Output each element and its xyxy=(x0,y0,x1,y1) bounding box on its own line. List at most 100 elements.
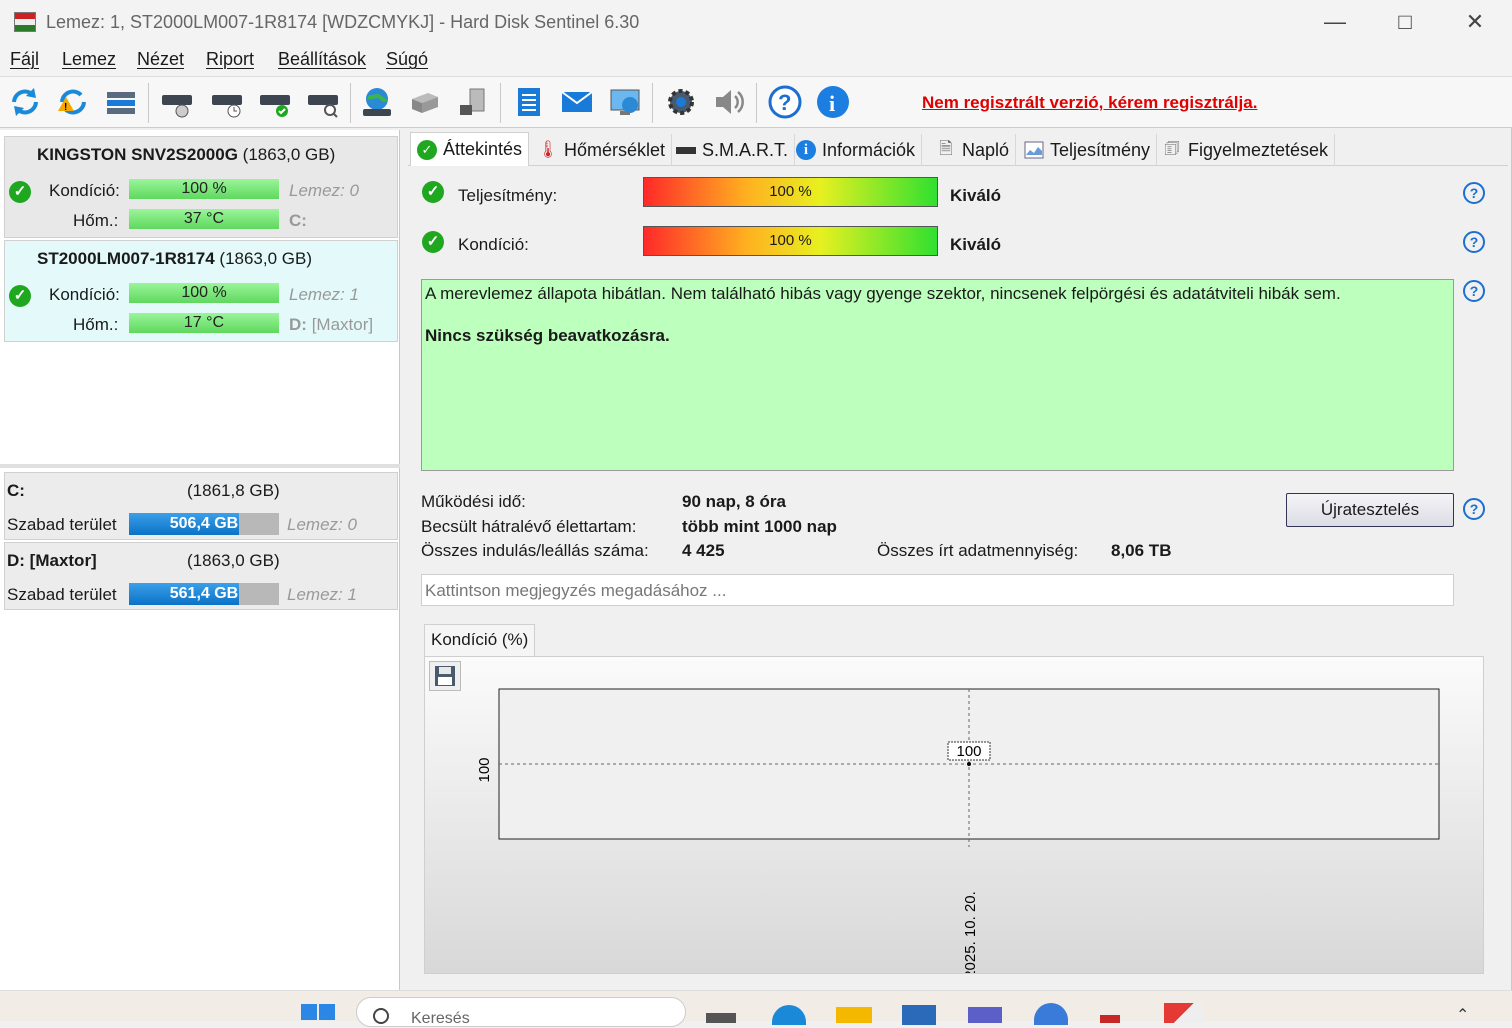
volume-card-0[interactable]: C: (1861,8 GB) Szabad terület 506,4 GB L… xyxy=(4,472,398,540)
chart-plot: 100 2025. 10. 20. 100 xyxy=(476,688,1440,973)
tab-temperature[interactable]: 🌡 Hőmérséklet xyxy=(532,134,673,166)
x-tick-label: 2025. 10. 20. xyxy=(962,891,979,973)
condition-label: Kondíció: xyxy=(49,285,120,304)
minimize-button[interactable]: — xyxy=(1300,0,1370,44)
performance-label: Teljesítmény: xyxy=(458,186,558,205)
tab-smart[interactable]: S.M.A.R.T. xyxy=(670,134,796,166)
email-icon[interactable] xyxy=(558,83,596,121)
condition-rating: Kiváló xyxy=(950,235,1002,254)
ok-check-icon: ✓ xyxy=(9,181,31,203)
note-input[interactable]: Kattintson megjegyzés megadásához ... xyxy=(421,574,1454,606)
performance-meter: 100 % xyxy=(643,177,938,207)
condition-bar: 100 % xyxy=(129,283,279,303)
disk-list-icon[interactable] xyxy=(102,83,140,121)
hd-sentinel-taskbar-icon[interactable] xyxy=(1164,1003,1204,1023)
tab-overview[interactable]: ✓ Áttekintés xyxy=(410,132,530,166)
disk-card-1[interactable]: ST2000LM007-1R8174 (1863,0 GB) ✓ Kondíci… xyxy=(4,240,398,342)
app-icon-qb[interactable] xyxy=(1034,1003,1068,1025)
menu-settings[interactable]: Beállítások xyxy=(278,49,366,70)
disk-check-icon[interactable] xyxy=(256,83,294,121)
web-report-icon[interactable] xyxy=(606,83,644,121)
disk-name: KINGSTON SNV2S2000G xyxy=(37,145,238,164)
app-window: Lemez: 1, ST2000LM007-1R8174 [WDZCMYKJ] … xyxy=(0,0,1512,990)
y-tick-label: 100 xyxy=(476,757,493,782)
panel-divider[interactable] xyxy=(0,464,400,468)
tab-label: Áttekintés xyxy=(443,139,523,159)
windows-icon xyxy=(301,1004,335,1020)
status-text: A merevlemez állapota hibátlan. Nem talá… xyxy=(425,284,1341,303)
written-value: 8,06 TB xyxy=(1111,541,1172,560)
disk-card-0[interactable]: KINGSTON SNV2S2000G (1863,0 GB) ✓ Kondíc… xyxy=(4,136,398,238)
volume-name: D: [Maxtor] xyxy=(7,551,97,570)
chart-icon xyxy=(1024,140,1044,160)
tab-alerts[interactable]: 🗊 Figyelmeztetések xyxy=(1156,134,1336,166)
temp-bar: 37 °C xyxy=(129,209,279,229)
svg-text:?: ? xyxy=(778,90,791,115)
tab-performance[interactable]: Teljesítmény xyxy=(1018,134,1158,166)
gear-icon[interactable] xyxy=(662,83,700,121)
app-icon-red[interactable] xyxy=(1100,1015,1120,1023)
network-disk-icon[interactable] xyxy=(358,83,396,121)
disk-external-icon[interactable] xyxy=(454,83,492,121)
tab-label: Napló xyxy=(962,139,1010,160)
help-icon[interactable]: ? xyxy=(766,83,804,121)
disk-size: (1863,0 GB) xyxy=(219,249,313,268)
ok-check-icon: ✓ xyxy=(422,231,444,253)
maximize-button[interactable]: □ xyxy=(1370,0,1440,44)
search-icon xyxy=(373,1008,389,1024)
status-description: A merevlemez állapota hibátlan. Nem talá… xyxy=(421,279,1454,471)
taskview-icon[interactable] xyxy=(706,1013,736,1023)
disk-clone-icon[interactable] xyxy=(406,83,444,121)
condition-label: Kondíció: xyxy=(49,181,120,200)
menu-help[interactable]: Súgó xyxy=(386,49,428,70)
svg-text:!: ! xyxy=(64,102,67,113)
refresh-icon[interactable] xyxy=(6,83,44,121)
document-icon: 🗎 xyxy=(939,138,953,158)
report-icon[interactable] xyxy=(510,83,548,121)
edge-icon[interactable] xyxy=(772,1005,806,1025)
thermometer-icon: 🌡 xyxy=(537,140,559,159)
tab-log[interactable]: 🗎 Napló xyxy=(930,134,1017,166)
tab-bar: ✓ Áttekintés 🌡 Hőmérséklet S.M.A.R.T. i … xyxy=(408,132,1508,166)
retest-button[interactable]: Újratesztelés xyxy=(1286,493,1454,527)
uptime-label: Működési idő: xyxy=(421,492,526,511)
title-bar: Lemez: 1, ST2000LM007-1R8174 [WDZCMYKJ] … xyxy=(0,0,1512,44)
written-label: Összes írt adatmennyiség: xyxy=(877,541,1079,560)
start-button[interactable] xyxy=(300,1003,336,1022)
volume-card-1[interactable]: D: [Maxtor] (1863,0 GB) Szabad terület 5… xyxy=(4,542,398,610)
free-space-bar: 561,4 GB xyxy=(129,583,279,605)
tab-information[interactable]: i Információk xyxy=(790,134,923,166)
help-icon[interactable]: ? xyxy=(1463,498,1485,520)
help-icon[interactable]: ? xyxy=(1463,280,1485,302)
sound-icon[interactable] xyxy=(710,83,748,121)
disk-surface-icon[interactable] xyxy=(158,83,196,121)
register-link[interactable]: Nem regisztrált verzió, kérem regisztrál… xyxy=(922,93,1257,113)
disk-panel: KINGSTON SNV2S2000G (1863,0 GB) ✓ Kondíc… xyxy=(0,130,400,990)
help-icon[interactable]: ? xyxy=(1463,182,1485,204)
toolbar: ! ? i Nem regisztrált verzió, kérem regi… xyxy=(0,76,1512,128)
status-action: Nincs szükség beavatkozásra. xyxy=(425,326,670,345)
info-icon[interactable]: i xyxy=(814,83,852,121)
startstop-label: Összes indulás/leállás száma: xyxy=(421,541,649,560)
temp-label: Hőm.: xyxy=(73,211,119,230)
menu-disk[interactable]: Lemez xyxy=(62,49,116,70)
search-placeholder: Keresés xyxy=(411,1010,470,1027)
menu-view[interactable]: Nézet xyxy=(137,49,184,70)
chevron-up-icon[interactable]: ⌃ xyxy=(1456,1005,1469,1025)
store-icon[interactable] xyxy=(902,1005,936,1025)
disk-name: ST2000LM007-1R8174 xyxy=(37,249,215,268)
disk-search-icon[interactable] xyxy=(304,83,342,121)
menu-report[interactable]: Riport xyxy=(206,49,254,70)
temp-bar: 17 °C xyxy=(129,313,279,333)
condition-bar: 100 % xyxy=(129,179,279,199)
close-button[interactable]: ✕ xyxy=(1440,0,1510,44)
disk-schedule-icon[interactable] xyxy=(208,83,246,121)
menu-file[interactable]: Fájl xyxy=(10,49,39,70)
refresh-warning-icon[interactable]: ! xyxy=(54,83,92,121)
taskbar-search[interactable]: Keresés xyxy=(356,997,686,1027)
volume-size: (1863,0 GB) xyxy=(187,551,280,570)
chart-tab-condition[interactable]: Kondíció (%) xyxy=(424,624,536,656)
ok-check-icon: ✓ xyxy=(422,181,444,203)
help-icon[interactable]: ? xyxy=(1463,231,1485,253)
disk-size: (1863,0 GB) xyxy=(242,145,336,164)
